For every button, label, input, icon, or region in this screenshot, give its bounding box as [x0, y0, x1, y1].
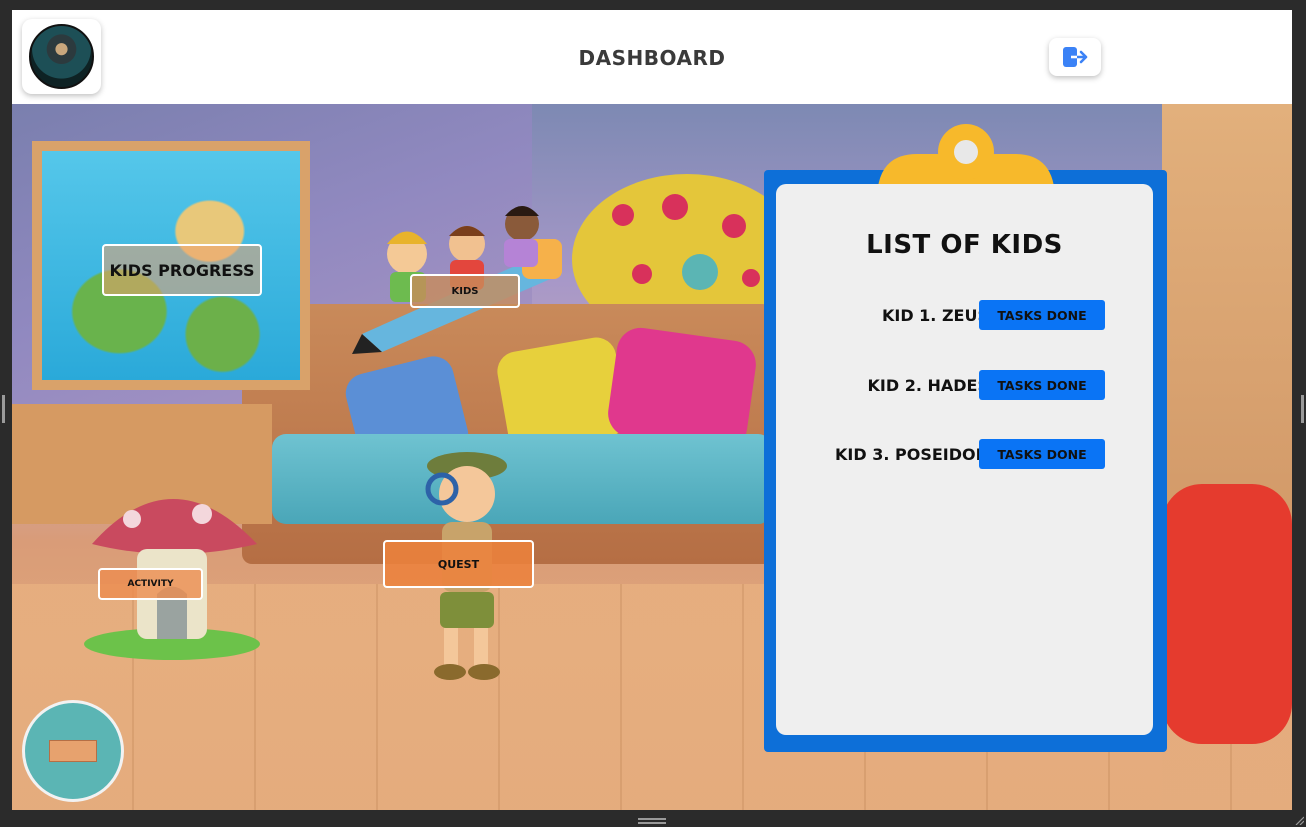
left-resize-handle[interactable] — [2, 395, 5, 423]
tasks-done-button[interactable]: TASKS DONE — [979, 300, 1105, 330]
tasks-done-button[interactable]: TASKS DONE — [979, 439, 1105, 469]
top-bar: DASHBOARD — [12, 10, 1292, 104]
logout-icon — [1063, 47, 1088, 67]
kid-row: KID 1. ZEUS TASKS DONE — [776, 300, 1153, 330]
kid-row: KID 3. POSEIDON TASKS DONE — [776, 439, 1153, 469]
right-resize-handle[interactable] — [1301, 395, 1304, 423]
logout-button[interactable] — [1049, 38, 1101, 76]
kids-list-title: LIST OF KIDS — [866, 230, 1063, 260]
bottom-resize-handle[interactable] — [638, 818, 666, 824]
kid-name: KID 2. HADES — [867, 376, 990, 395]
kid-name: KID 3. POSEIDON — [835, 445, 989, 464]
app-window: DASHBOARD KIDS PROGRESS KIDS QUEST ACTIV… — [12, 10, 1292, 810]
resize-grip-icon[interactable] — [1294, 815, 1304, 825]
kid-name: KID 1. ZEUS — [881, 306, 989, 325]
kid-row: KID 2. HADES TASKS DONE — [776, 370, 1153, 400]
kids-panel-layer: LIST OF KIDS KID 1. ZEUS TASKS DONE KID … — [12, 104, 1292, 810]
tasks-done-button[interactable]: TASKS DONE — [979, 370, 1105, 400]
